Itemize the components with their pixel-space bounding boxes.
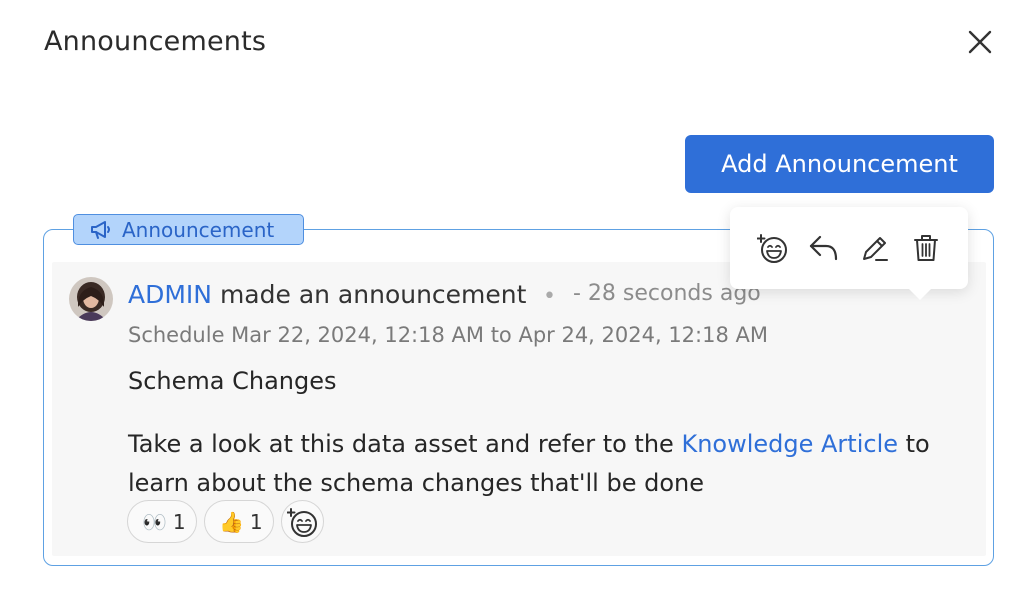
reply-icon [809, 235, 838, 261]
announcement-header: ADMIN made an announcement [128, 280, 526, 309]
reaction-eyes[interactable]: 👀 1 [127, 500, 197, 543]
delete-icon [914, 235, 938, 261]
reply-action[interactable] [807, 231, 841, 265]
body-text-start: Take a look at this data asset and refer… [128, 430, 682, 458]
close-icon [968, 30, 992, 54]
close-button[interactable] [964, 26, 996, 58]
knowledge-article-link[interactable]: Knowledge Article [681, 430, 898, 458]
reaction-count: 1 [172, 509, 186, 534]
eyes-emoji: 👀 [142, 509, 167, 534]
modal-title: Announcements [44, 26, 267, 57]
add-announcement-button[interactable]: Add Announcement [685, 135, 994, 193]
reactions-bar: 👀 1 👍 1 [127, 500, 324, 543]
reaction-thumbs-up[interactable]: 👍 1 [204, 500, 274, 543]
reaction-count: 1 [249, 509, 263, 534]
add-reaction-action[interactable] [756, 231, 790, 265]
add-reaction-button[interactable] [281, 500, 324, 543]
separator-dot: • [543, 284, 556, 309]
announcement-body: Take a look at this data asset and refer… [128, 425, 988, 503]
avatar[interactable] [69, 277, 113, 321]
schedule-text: Schedule Mar 22, 2024, 12:18 AM to Apr 2… [128, 323, 768, 347]
actions-popover [730, 207, 968, 300]
action-text: made an announcement [219, 280, 527, 309]
delete-action[interactable] [909, 231, 943, 265]
edit-action[interactable] [858, 231, 892, 265]
author-link[interactable]: ADMIN [128, 280, 212, 309]
announcement-subject: Schema Changes [128, 367, 337, 395]
add-emoji-icon [286, 507, 317, 537]
add-emoji-icon [757, 234, 787, 263]
edit-icon [863, 237, 888, 261]
announcement-tag: Announcement [73, 214, 304, 245]
megaphone-icon [91, 220, 110, 239]
announcement-tag-label: Announcement [122, 217, 275, 242]
thumbs-up-emoji: 👍 [219, 509, 244, 534]
